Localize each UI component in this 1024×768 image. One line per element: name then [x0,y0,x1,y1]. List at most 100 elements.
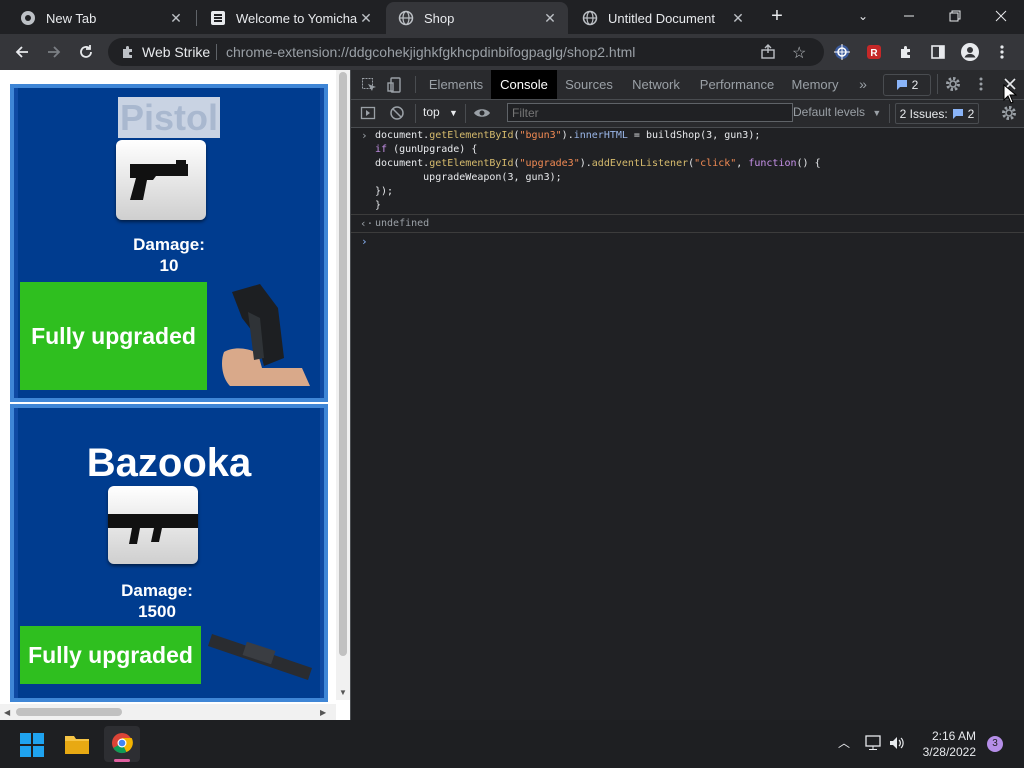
console-code-line: document.getElementById("upgrade3").addE… [375,158,821,169]
close-icon[interactable]: ✕ [168,10,184,26]
scroll-down-arrow-icon[interactable]: ▼ [338,688,348,697]
clock-date: 3/28/2022 [922,745,976,759]
reload-button[interactable] [72,38,100,66]
damage-label: Damage: [121,581,193,600]
tab-network[interactable]: Network [623,70,689,99]
volume-icon[interactable] [888,735,906,756]
tab-label: Untitled Document [608,10,715,26]
message-icon [896,80,907,90]
windows-start-icon[interactable] [20,733,44,762]
bazooka-icon [108,486,198,564]
messages-count: 2 [911,78,919,92]
site-label: Web Strike [142,44,211,60]
weapon-name: Pistol [14,97,324,138]
new-tab-button[interactable]: + [760,0,794,32]
sidebar-toggle-icon[interactable] [360,105,376,126]
log-levels-dropdown[interactable]: Default levels ▼ [793,105,881,119]
bookmark-star-icon[interactable]: ☆ [792,43,806,63]
tab-performance[interactable]: Performance [697,70,777,99]
forward-button[interactable] [40,38,68,66]
clock[interactable]: 2:16 AM 3/28/2022 [912,728,976,760]
settings-gear-icon[interactable] [945,76,961,97]
tab-sources[interactable]: Sources [561,70,617,99]
active-app-indicator [114,759,130,762]
extension-red-icon[interactable]: R [860,38,888,66]
file-explorer-icon[interactable] [64,732,90,761]
url-text[interactable]: chrome-extension://ddgcohekjighkfgkhcpdi… [226,44,635,60]
minimize-button[interactable] [886,0,932,32]
scrollbar-thumb[interactable] [339,72,347,656]
scroll-left-arrow-icon[interactable]: ◀ [4,708,10,717]
console-divider [351,214,1024,215]
close-icon[interactable]: ✕ [730,10,746,26]
devtools-menu-icon[interactable] [979,76,983,97]
tab-console[interactable]: Console [491,70,557,99]
more-tabs-chevron-icon[interactable]: » [855,70,871,99]
messages-counter[interactable]: 2 [883,74,931,96]
console-code-line: }); [375,186,394,197]
clock-time: 2:16 AM [931,729,976,743]
weapon-name-text: Pistol [117,97,220,138]
console-output[interactable]: › document.getElementById("bgun3").inner… [351,128,1024,720]
console-code-line: document.getElementById("bgun3").innerHT… [375,130,761,141]
context-selector[interactable]: top ▼ [423,105,458,119]
chrome-taskbar-button[interactable] [104,726,140,762]
return-arrow-icon: ‹· [360,217,374,230]
pistol-hand-image [212,282,322,390]
console-filter-input[interactable] [507,103,793,122]
device-toolbar-icon[interactable] [387,77,403,98]
damage-value: 1500 [138,602,176,621]
omnibox-divider [216,44,217,60]
damage-value: 10 [159,256,179,275]
clear-console-icon[interactable] [389,105,405,126]
prompt-chevron-icon[interactable]: › [361,235,368,248]
tab-shop[interactable]: Shop ✕ [386,2,568,34]
tab-yomichan[interactable]: Welcome to Yomichan! ✕ [198,2,384,34]
console-code-line: if (gunUpgrade) { [375,144,478,155]
tab-search-chevron-icon[interactable]: ⌄ [840,0,886,32]
issues-button[interactable]: 2 Issues: 2 [895,103,979,124]
tab-strip: New Tab ✕ Welcome to Yomichan! ✕ Shop ✕ … [0,0,1024,34]
context-value: top [423,105,440,119]
back-button[interactable] [8,38,36,66]
upgrade-button[interactable]: Fully upgraded [20,626,201,684]
dropdown-arrow-icon: ▼ [449,108,458,118]
yomichan-icon [210,10,226,26]
profile-avatar-icon[interactable] [956,38,984,66]
show-hidden-icons-chevron-icon[interactable]: ︿ [838,734,850,751]
close-icon[interactable]: ✕ [542,10,558,26]
issues-label: 2 Issues: [899,106,948,121]
side-panel-icon[interactable] [924,38,952,66]
close-icon[interactable]: ✕ [358,10,374,26]
live-expression-eye-icon[interactable] [473,105,491,126]
globe-icon [582,10,598,26]
shop-item-pistol: Pistol Damage: 10 Fully upgraded [10,84,328,402]
vertical-scrollbar[interactable]: ▼ [336,70,350,700]
shop-item-bazooka: Bazooka Damage: 1500 Fully upgraded [10,404,328,702]
tab-label: Welcome to Yomichan! [236,10,358,26]
tab-elements[interactable]: Elements [423,70,489,99]
inspect-element-icon[interactable] [361,77,377,98]
close-window-button[interactable] [978,0,1024,32]
upgrade-button[interactable]: Fully upgraded [20,282,207,390]
extension-puzzle-icon[interactable] [120,44,136,65]
tab-memory[interactable]: Memory [785,70,845,99]
restore-button[interactable] [932,0,978,32]
svg-text:R: R [870,48,878,59]
scrollbar-thumb[interactable] [16,708,122,716]
extensions-puzzle-icon[interactable] [892,38,920,66]
share-icon[interactable] [760,44,776,65]
network-icon[interactable] [864,735,882,756]
horizontal-scrollbar[interactable]: ◀ ▶ [0,704,336,720]
taskbar: ︿ 2:16 AM 3/28/2022 3 [0,720,1024,768]
mouse-cursor-icon [1003,83,1018,109]
more-menu-icon[interactable] [988,38,1016,66]
tab-new-tab[interactable]: New Tab ✕ [8,2,194,34]
globe-icon [398,10,414,26]
notification-badge[interactable]: 3 [987,736,1003,752]
tab-label: New Tab [46,10,97,26]
tab-untitled-document[interactable]: Untitled Document ✕ [570,2,756,34]
address-bar[interactable]: Web Strike chrome-extension://ddgcohekji… [108,38,824,66]
web-strike-extension-icon[interactable] [828,38,856,66]
scroll-right-arrow-icon[interactable]: ▶ [320,708,326,717]
